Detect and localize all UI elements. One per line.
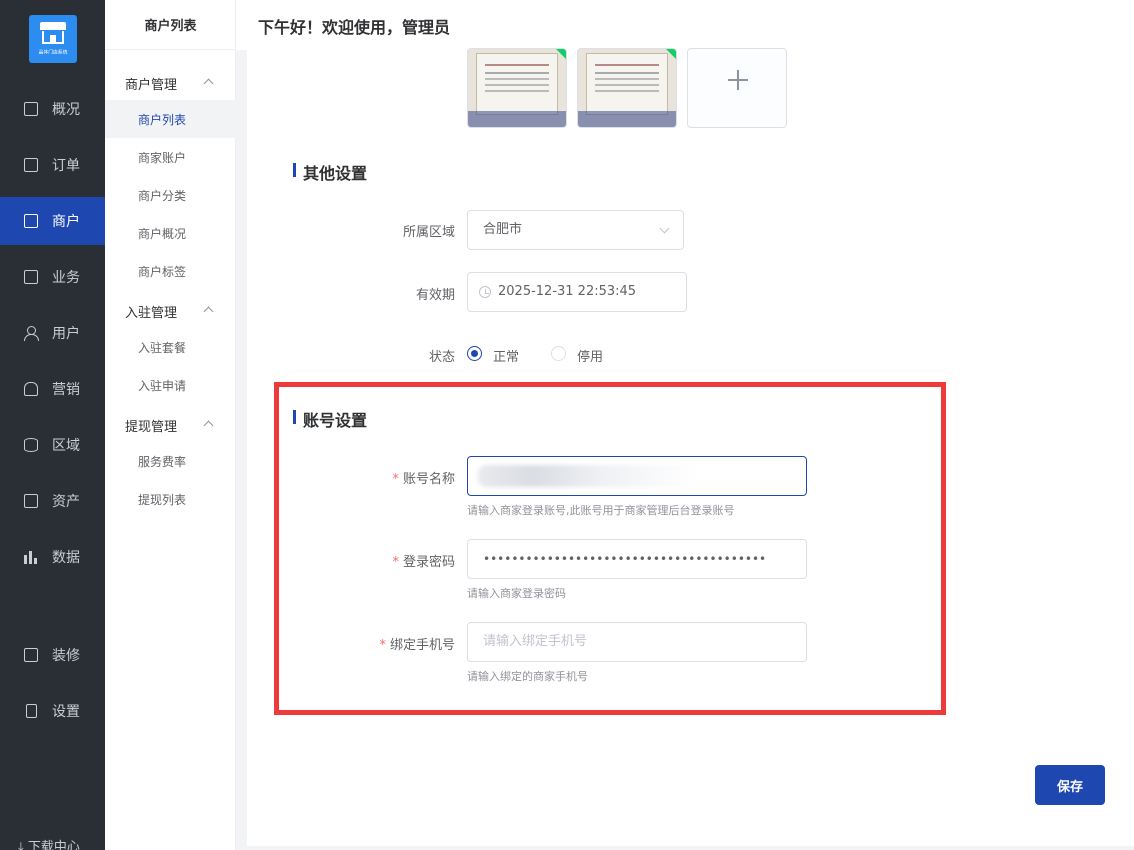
phone-input[interactable]: 请输入绑定手机号: [467, 622, 807, 662]
submenu-group-settlement[interactable]: 入驻管理: [125, 302, 177, 321]
account-name-input[interactable]: [467, 456, 807, 496]
section-title-account: 账号设置: [293, 407, 367, 431]
account-name-label: * 账号名称: [392, 472, 455, 487]
status-option-normal[interactable]: 正常: [493, 346, 519, 365]
submenu-item-service-fee[interactable]: 服务费率: [105, 442, 236, 480]
submenu-item-merchant-overview[interactable]: 商户概况: [105, 214, 236, 252]
submenu-group-merchant[interactable]: 商户管理: [125, 74, 177, 93]
expiry-label: 有效期: [415, 288, 455, 303]
nav-item-settings[interactable]: 设置: [0, 687, 105, 735]
password-input[interactable]: ••••••••••••••••••••••••••••••••••••••••: [467, 539, 807, 579]
store-icon: [24, 214, 38, 228]
submenu-item-merchant-accounts[interactable]: 商家账户: [105, 138, 236, 176]
chevron-up-icon[interactable]: [203, 78, 214, 89]
submenu-item-packages[interactable]: 入驻套餐: [105, 328, 236, 366]
chevron-down-icon: [659, 223, 670, 234]
nav-item-decorate[interactable]: 装修: [0, 631, 105, 679]
submenu-item-applications[interactable]: 入驻申请: [105, 366, 236, 404]
password-label: * 登录密码: [392, 555, 455, 570]
status-label: 状态: [428, 350, 455, 365]
password-hint: 请输入商家登录密码: [467, 587, 566, 600]
nav-item-region[interactable]: 区域: [0, 421, 105, 469]
account-name-hint: 请输入商家登录账号,此账号用于商家管理后台登录账号: [467, 504, 735, 517]
asset-icon: [24, 494, 38, 508]
nav-item-overview[interactable]: 概况: [0, 85, 105, 133]
order-icon: [24, 158, 38, 172]
submenu-item-merchant-list[interactable]: 商户列表: [105, 100, 236, 138]
expiry-date-picker[interactable]: 2025-12-31 22:53:45: [467, 272, 687, 312]
region-select[interactable]: 合肥市: [467, 210, 684, 250]
status-option-disabled[interactable]: 停用: [577, 346, 603, 365]
status-radio-normal[interactable]: [467, 346, 482, 361]
nav-item-marketing[interactable]: 营销: [0, 365, 105, 413]
store-icon: [40, 22, 66, 44]
save-button[interactable]: 保存: [1035, 765, 1105, 805]
submenu-item-merchant-categories[interactable]: 商户分类: [105, 176, 236, 214]
section-title-other: 其他设置: [293, 160, 367, 184]
license-thumbnail-2[interactable]: [577, 48, 677, 128]
nav-item-orders[interactable]: 订单: [0, 141, 105, 189]
top-header: 下午好！欢迎使用，管理员: [236, 0, 1134, 50]
business-icon: [24, 270, 38, 284]
nav-item-merchants[interactable]: 商户: [0, 197, 105, 245]
nav-item-business[interactable]: 业务: [0, 253, 105, 301]
submenu-item-withdraw-list[interactable]: 提现列表: [105, 480, 236, 518]
submenu-group-withdraw[interactable]: 提现管理: [125, 416, 177, 435]
region-label: 所属区域: [402, 225, 455, 240]
phone-label: * 绑定手机号: [379, 638, 455, 653]
user-icon: [24, 326, 39, 341]
chart-icon: [24, 102, 38, 116]
status-radio-disabled[interactable]: [551, 346, 566, 361]
chevron-up-icon[interactable]: [203, 306, 214, 317]
download-icon: ⤓: [18, 840, 28, 850]
sub-sidebar: 商户列表 商户管理 商户列表 商家账户 商户分类 商户概况 商户标签 入驻管理 …: [105, 0, 236, 850]
submenu-item-merchant-tags[interactable]: 商户标签: [105, 252, 236, 290]
main-sidebar: 晶体门店系统 概况 订单 商户 业务 用户 营销 区域 资产 数据 装修 设置 …: [0, 0, 105, 850]
settings-icon: [26, 704, 37, 718]
region-icon: [24, 438, 38, 452]
license-thumbnail-1[interactable]: [467, 48, 567, 128]
download-center-link[interactable]: ⤓ 下载中心: [18, 836, 80, 850]
upload-button[interactable]: [687, 48, 787, 128]
chevron-up-icon[interactable]: [203, 420, 214, 431]
clock-icon: [479, 286, 491, 298]
submenu-title: 商户列表: [105, 0, 236, 50]
decorate-icon: [24, 648, 38, 662]
greeting-text: 下午好！欢迎使用，管理员: [258, 18, 451, 37]
phone-hint: 请输入绑定的商家手机号: [467, 670, 588, 683]
nav-item-users[interactable]: 用户: [0, 309, 105, 357]
nav-item-data[interactable]: 数据: [0, 533, 105, 581]
marketing-icon: [24, 382, 38, 396]
nav-item-assets[interactable]: 资产: [0, 477, 105, 525]
app-logo[interactable]: 晶体门店系统: [29, 15, 77, 63]
data-icon: [24, 550, 38, 564]
